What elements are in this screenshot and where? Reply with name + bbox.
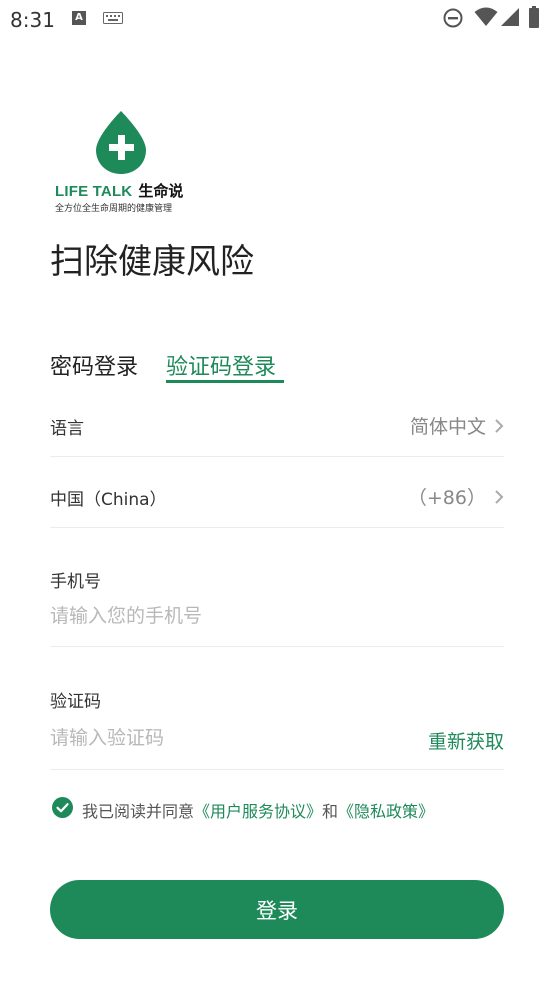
do-not-disturb-icon: [443, 8, 463, 28]
chevron-right-icon: [495, 419, 504, 433]
page-title: 扫除健康风险: [50, 242, 254, 282]
logo-brand-en: LIFE TALK: [55, 183, 133, 200]
privacy-policy-link[interactable]: 《隐私政策》: [338, 802, 434, 821]
app-logo: LIFE TALK 生命说 全方位全生命周期的健康管理: [52, 110, 192, 220]
resend-code-button[interactable]: 重新获取: [428, 727, 504, 754]
battery-icon: [529, 6, 539, 28]
signal-icon: [501, 8, 519, 26]
phone-field-group: 手机号: [50, 567, 504, 647]
language-value: 简体中文: [409, 416, 486, 438]
phone-input[interactable]: [50, 605, 390, 627]
language-label: 语言: [50, 419, 84, 439]
agreement-text: 我已阅读并同意《用户服务协议》和《隐私政策》: [82, 798, 434, 822]
code-label: 验证码: [50, 692, 101, 712]
country-label: 中国（China）: [50, 490, 167, 510]
verification-code-input[interactable]: [50, 727, 390, 749]
status-time: 8:31: [10, 8, 55, 32]
medical-cross-drop-icon: [96, 111, 146, 174]
status-bar: 8:31 A: [0, 0, 554, 38]
logo-brand: LIFE TALK 生命说: [55, 180, 183, 201]
tab-password-login[interactable]: 密码登录: [50, 349, 138, 381]
active-tab-indicator: [166, 380, 284, 383]
font-notification-icon: A: [72, 11, 86, 25]
chevron-right-icon: [495, 490, 504, 504]
code-field-group: 验证码 重新获取: [50, 687, 504, 770]
terms-of-service-link[interactable]: 《用户服务协议》: [194, 802, 322, 821]
language-selector[interactable]: 语言 简体中文: [50, 386, 504, 457]
wifi-icon: [474, 7, 498, 26]
login-button[interactable]: 登录: [50, 880, 504, 939]
country-code-selector[interactable]: 中国（China） （+86）: [50, 457, 504, 528]
phone-label: 手机号: [50, 572, 101, 592]
agreement-prefix: 我已阅读并同意: [82, 802, 195, 821]
agreement-joiner: 和: [322, 802, 339, 821]
agree-checkbox-icon[interactable]: [52, 797, 73, 818]
logo-brand-cn: 生命说: [138, 183, 184, 200]
logo-tagline: 全方位全生命周期的健康管理: [55, 204, 173, 214]
keyboard-icon: [103, 12, 123, 24]
country-code-value: （+86）: [407, 487, 486, 509]
